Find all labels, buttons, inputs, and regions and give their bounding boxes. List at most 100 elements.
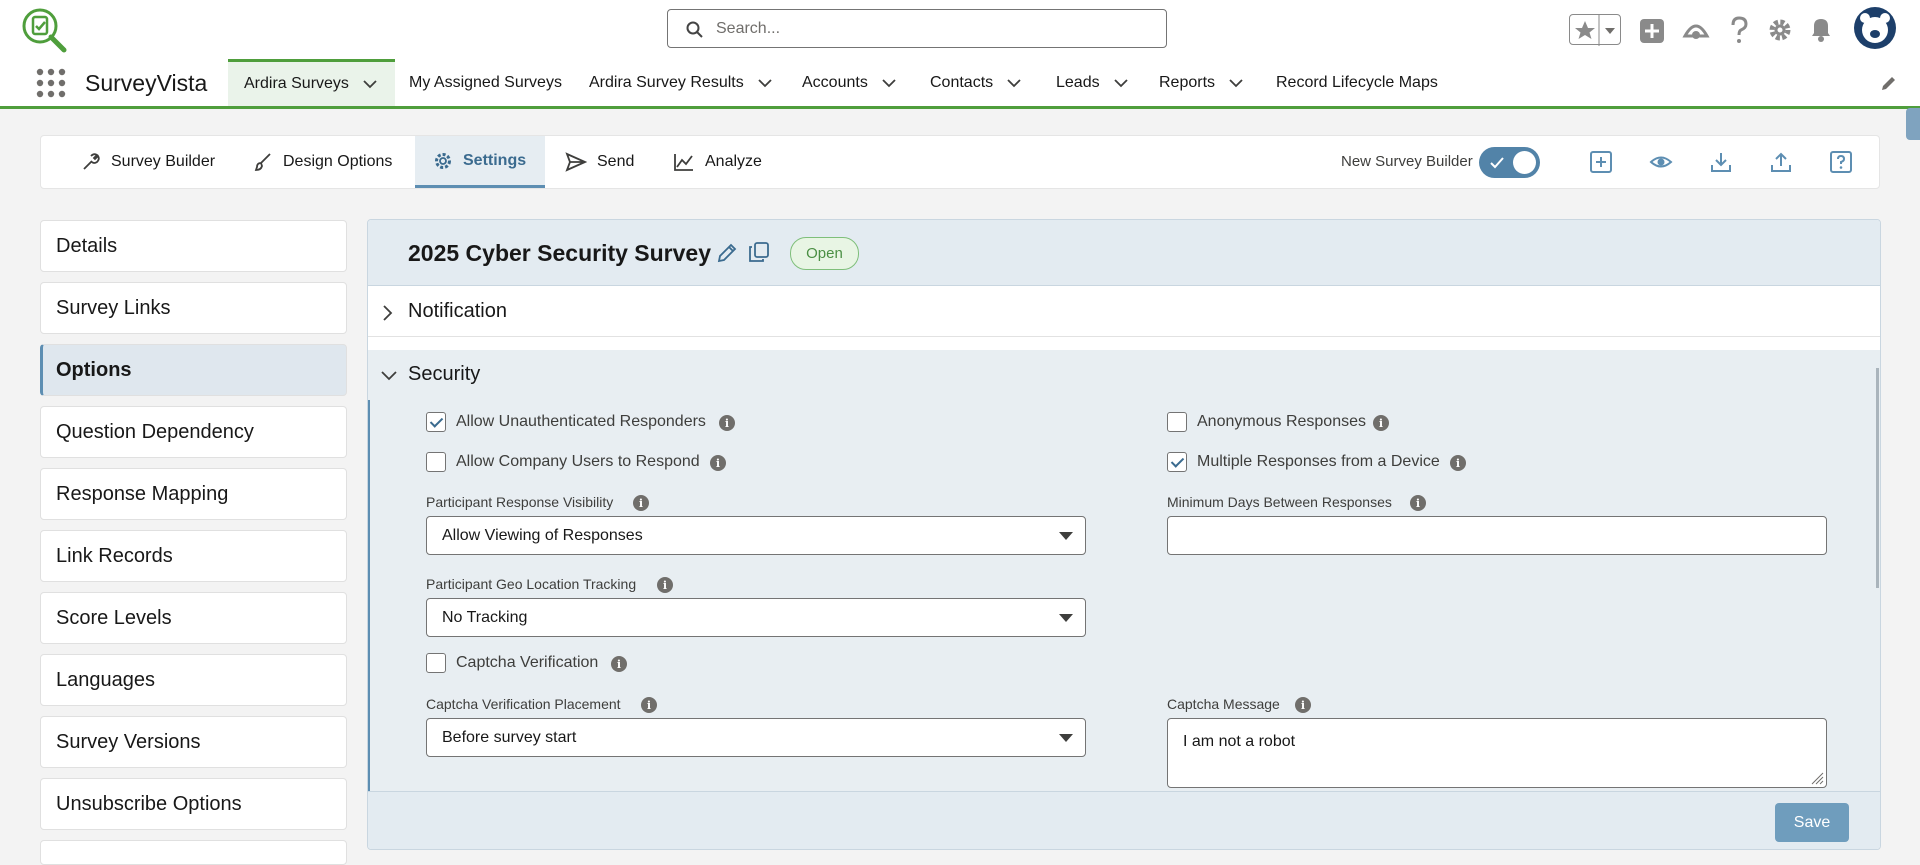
nav-tab-ardira-survey-results[interactable]: Ardira Survey Results — [573, 59, 773, 106]
app-nav-bar: SurveyVista Ardira Surveys My Assigned S… — [0, 59, 1920, 109]
captcha-message-textarea[interactable]: I am not a robot — [1167, 718, 1827, 788]
sidebar-item-question-dependency[interactable]: Question Dependency — [40, 406, 347, 458]
nav-tab-accounts[interactable]: Accounts — [786, 59, 916, 106]
help-icon[interactable] — [1728, 14, 1750, 46]
nav-tab-label: Reports — [1159, 73, 1216, 91]
chevron-down-icon[interactable] — [882, 78, 896, 88]
nav-tab-label: Accounts — [802, 73, 868, 91]
edit-nav-pencil-icon[interactable] — [1880, 74, 1898, 97]
sidebar-item-languages[interactable]: Languages — [40, 654, 347, 706]
sidebar-item-link-records[interactable]: Link Records — [40, 530, 347, 582]
check-icon — [1490, 157, 1504, 169]
info-icon[interactable]: i — [710, 455, 726, 471]
security-section-body: Allow Unauthenticated Responders i Anony… — [368, 400, 1880, 800]
nav-tab-reports[interactable]: Reports — [1143, 59, 1263, 106]
app-name: SurveyVista — [85, 70, 208, 96]
user-avatar[interactable] — [1853, 6, 1897, 49]
captcha-verification-checkbox[interactable] — [426, 653, 446, 673]
resize-handle-icon[interactable] — [1808, 769, 1824, 785]
add-section-icon[interactable] — [1589, 150, 1613, 174]
info-icon[interactable]: i — [1410, 495, 1426, 511]
sidebar-item-score-levels[interactable]: Score Levels — [40, 592, 347, 644]
wrench-icon — [83, 153, 100, 170]
sidebar-item-survey-links[interactable]: Survey Links — [40, 282, 347, 334]
allow-unauthenticated-label: Allow Unauthenticated Responders — [456, 413, 706, 430]
allow-company-users-checkbox[interactable] — [426, 452, 446, 472]
security-section-header[interactable]: Security — [368, 350, 1880, 400]
sidebar-item-label: Details — [56, 234, 118, 257]
upload-icon[interactable] — [1769, 150, 1793, 174]
tab-survey-builder[interactable]: Survey Builder — [81, 136, 231, 188]
new-survey-builder-toggle[interactable] — [1479, 147, 1540, 178]
sidebar-item-options[interactable]: Options — [40, 344, 347, 396]
favorites-button[interactable] — [1569, 14, 1621, 46]
caret-down-icon — [1059, 532, 1073, 540]
nav-tab-leads[interactable]: Leads — [1040, 59, 1150, 106]
chevron-down-icon[interactable] — [758, 78, 772, 88]
nav-tab-record-lifecycle-maps[interactable]: Record Lifecycle Maps — [1260, 59, 1460, 106]
global-search-input[interactable]: Search... — [667, 9, 1167, 48]
anonymous-responses-checkbox[interactable] — [1167, 412, 1187, 432]
copy-icon[interactable] — [747, 240, 771, 269]
help-box-icon[interactable] — [1829, 150, 1853, 174]
chevron-down-icon[interactable] — [1229, 78, 1243, 88]
info-icon[interactable]: i — [611, 656, 627, 672]
tab-settings[interactable]: Settings — [415, 136, 545, 188]
tab-design-options[interactable]: Design Options — [253, 136, 403, 188]
save-button[interactable]: Save — [1775, 803, 1849, 842]
toggle-knob — [1513, 151, 1536, 174]
search-placeholder: Search... — [716, 20, 781, 37]
nav-tab-ardira-surveys[interactable]: Ardira Surveys — [228, 59, 395, 106]
edit-pencil-icon[interactable] — [716, 242, 738, 269]
preview-eye-icon[interactable] — [1649, 150, 1673, 174]
sidebar-item-label: Question Dependency — [56, 420, 254, 443]
surveyvista-logo-icon[interactable] — [20, 6, 70, 54]
captcha-placement-select[interactable]: Before survey start — [426, 718, 1086, 757]
chevron-down-icon[interactable] — [363, 79, 377, 89]
captcha-message-value: I am not a robot — [1183, 733, 1296, 750]
chevron-down-icon[interactable] — [1007, 78, 1021, 88]
sidebar-item-more[interactable] — [40, 840, 347, 865]
info-icon[interactable]: i — [1295, 697, 1311, 713]
sidebar-item-survey-versions[interactable]: Survey Versions — [40, 716, 347, 768]
sidebar-item-unsubscribe-options[interactable]: Unsubscribe Options — [40, 778, 347, 830]
sidebar-item-response-mapping[interactable]: Response Mapping — [40, 468, 347, 520]
min-days-label: Minimum Days Between Responses — [1167, 494, 1392, 510]
info-icon[interactable]: i — [641, 697, 657, 713]
multiple-responses-checkbox[interactable] — [1167, 452, 1187, 472]
tab-analyze[interactable]: Analyze — [673, 136, 783, 188]
notifications-bell-icon[interactable] — [1808, 14, 1834, 46]
line-chart-icon — [674, 154, 693, 171]
security-scrollbar[interactable] — [1876, 368, 1879, 588]
options-panel: 2025 Cyber Security Survey Open Notifica… — [367, 219, 1881, 850]
allow-unauthenticated-checkbox[interactable] — [426, 412, 446, 432]
info-icon[interactable]: i — [1450, 455, 1466, 471]
section-title-security: Security — [408, 363, 481, 385]
info-icon[interactable]: i — [719, 415, 735, 431]
download-icon[interactable] — [1709, 150, 1733, 174]
side-panel-toggle[interactable] — [1906, 108, 1920, 140]
new-survey-builder-label: New Survey Builder — [1341, 153, 1473, 170]
geo-tracking-select[interactable]: No Tracking — [426, 598, 1086, 637]
notification-section-header[interactable]: Notification — [368, 287, 1880, 337]
gear-icon[interactable] — [1767, 14, 1793, 46]
min-days-input[interactable] — [1167, 516, 1827, 555]
chevron-down-icon[interactable] — [1113, 78, 1128, 88]
chevron-right-icon — [383, 305, 393, 321]
nav-tab-my-assigned-surveys[interactable]: My Assigned Surveys — [393, 59, 573, 106]
trailhead-icon[interactable] — [1682, 14, 1710, 46]
response-visibility-select[interactable]: Allow Viewing of Responses — [426, 516, 1086, 555]
panel-footer: Save — [368, 791, 1880, 849]
select-value: Allow Viewing of Responses — [442, 526, 643, 544]
info-icon[interactable]: i — [633, 495, 649, 511]
sidebar-item-details[interactable]: Details — [40, 220, 347, 272]
section-title-notification: Notification — [408, 300, 507, 322]
info-icon[interactable]: i — [657, 577, 673, 593]
sidebar-item-label: Link Records — [56, 544, 173, 567]
global-create-icon[interactable] — [1639, 14, 1665, 46]
nav-tab-contacts[interactable]: Contacts — [914, 59, 1044, 106]
survey-toolbar: Survey Builder Design Options Settings S… — [40, 135, 1880, 189]
info-icon[interactable]: i — [1373, 415, 1389, 431]
tab-send[interactable]: Send — [565, 136, 655, 188]
app-launcher-icon[interactable] — [36, 68, 66, 98]
